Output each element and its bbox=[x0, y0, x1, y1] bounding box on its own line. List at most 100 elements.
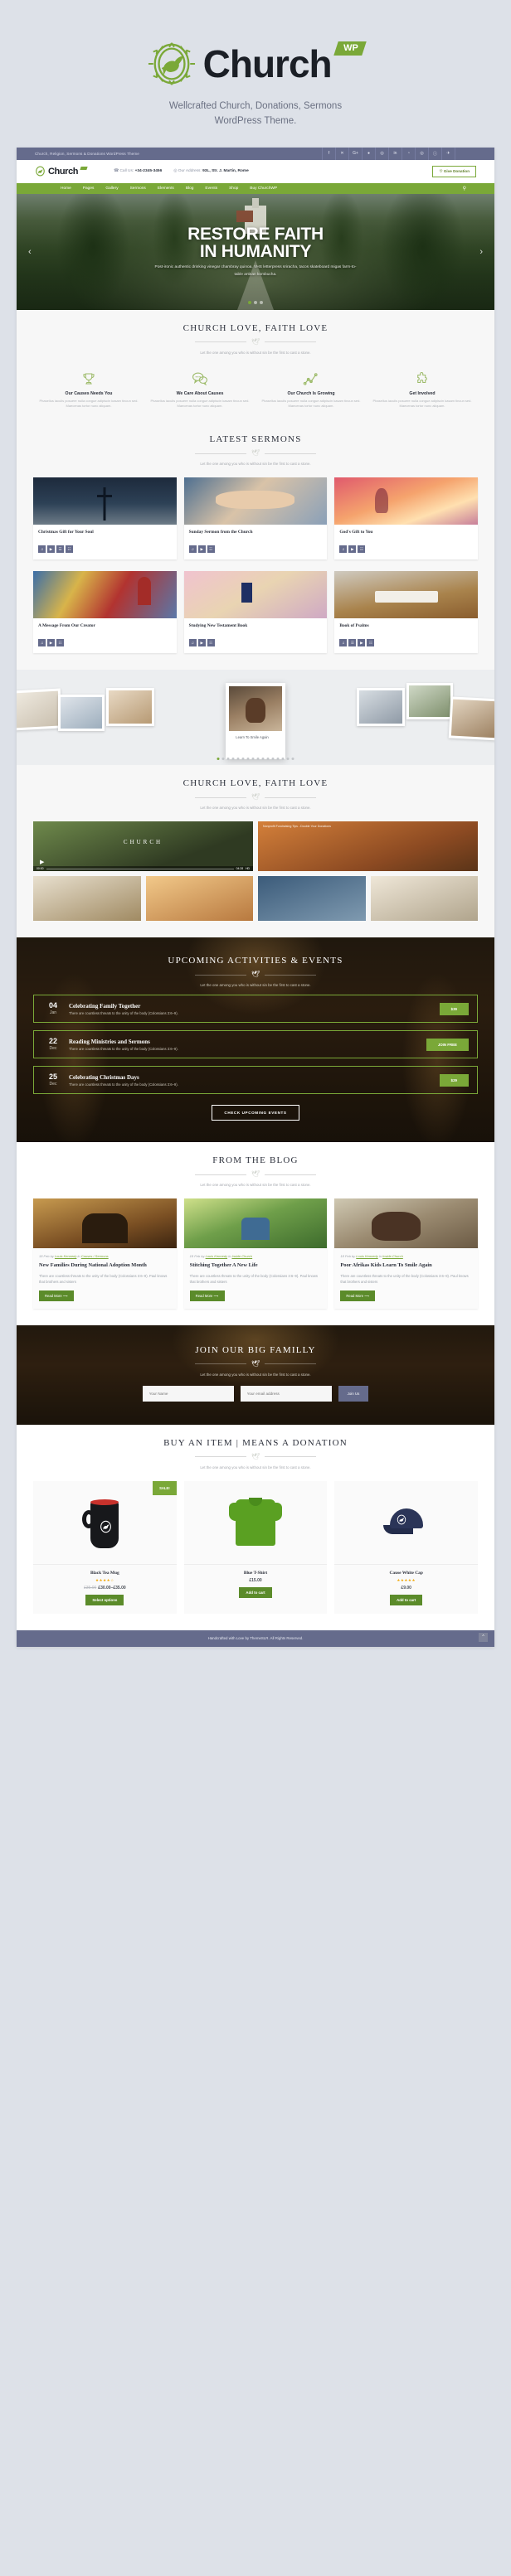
gallery-dot[interactable] bbox=[231, 758, 235, 761]
blog-card[interactable]: 18 Feb by Louis Kennedy in Inside Church… bbox=[334, 1198, 479, 1309]
newsletter-form[interactable]: Join Us bbox=[33, 1385, 478, 1402]
sermon-chips[interactable]: ♫ ▶ ☷ bbox=[38, 639, 172, 647]
site-logo[interactable]: Church bbox=[35, 166, 88, 177]
chevron-up-icon[interactable]: ^ bbox=[479, 1632, 488, 1642]
blog-author[interactable]: Louis Kennedy bbox=[356, 1254, 377, 1258]
product-card[interactable]: Blue T-Shirt £15.00 Add to cart bbox=[183, 1480, 328, 1614]
gallery-dot[interactable] bbox=[261, 758, 265, 761]
gallery-dot[interactable] bbox=[271, 758, 275, 761]
social-icon-linkedin[interactable]: in bbox=[388, 147, 402, 160]
social-icon-instagram[interactable]: ◎ bbox=[415, 147, 428, 160]
nav-item-shop[interactable]: Shop bbox=[223, 186, 244, 191]
event-row[interactable]: 22 Dec Reading Ministries and Sermons Th… bbox=[33, 1030, 478, 1059]
play-icon[interactable]: ▶ bbox=[40, 859, 44, 865]
gallery-thumb[interactable] bbox=[448, 696, 494, 741]
gallery-thumb[interactable] bbox=[357, 688, 405, 727]
video-hd-badge[interactable]: HD bbox=[246, 867, 250, 870]
nav-item-gallery[interactable]: Gallery bbox=[100, 186, 124, 191]
audio-icon[interactable]: ♫ bbox=[38, 545, 46, 554]
gallery-thumb[interactable] bbox=[58, 695, 105, 732]
hero-dot-1[interactable] bbox=[248, 300, 251, 304]
social-icon-pinterest[interactable]: ◎ bbox=[375, 147, 388, 160]
scripture-icon[interactable]: ☷ bbox=[56, 639, 64, 647]
audio-icon[interactable]: ♫ bbox=[188, 545, 197, 554]
sermon-chips[interactable]: ♫ ☰ ▶ ☷ bbox=[339, 639, 473, 647]
social-icon-facebook[interactable]: f bbox=[322, 147, 335, 160]
header-phone[interactable]: ☎ Call Us: +34-2345-3456 bbox=[114, 169, 162, 173]
gallery-dot[interactable] bbox=[266, 758, 270, 761]
blog-author[interactable]: Louis Kennedy bbox=[55, 1254, 76, 1258]
social-icon-skype[interactable]: ◔ bbox=[402, 147, 415, 160]
audio-icon[interactable]: ♫ bbox=[339, 639, 348, 647]
gallery-thumb[interactable] bbox=[106, 688, 154, 727]
sermon-card[interactable]: God's Gift to You ♫ ▶ ☷ bbox=[334, 477, 479, 560]
gallery-thumb[interactable] bbox=[17, 688, 63, 731]
social-icon-vimeo[interactable]: ⓘ bbox=[428, 147, 441, 160]
add-to-cart-button[interactable]: Add to cart bbox=[390, 1594, 423, 1605]
blog-categories[interactable]: Inside Church bbox=[382, 1254, 403, 1258]
event-row[interactable]: 25 Dec Celebrating Christmas Days There … bbox=[33, 1066, 478, 1095]
audio-icon[interactable]: ♫ bbox=[188, 639, 197, 647]
gallery-dot[interactable] bbox=[281, 758, 285, 761]
read-more-button[interactable]: Read More ⟶ bbox=[39, 1290, 74, 1301]
scripture-icon[interactable]: ☷ bbox=[66, 545, 73, 554]
photo-card[interactable] bbox=[145, 876, 253, 922]
social-icon-twitter[interactable]: ✕ bbox=[335, 147, 348, 160]
nav-item-events[interactable]: Events bbox=[199, 186, 223, 191]
notes-icon[interactable]: ☰ bbox=[348, 639, 357, 647]
photo-card[interactable] bbox=[33, 876, 141, 922]
blog-card[interactable]: 18 Feb by Louis Kennedy in Inside Church… bbox=[183, 1198, 328, 1309]
video-icon[interactable]: ▶ bbox=[197, 639, 206, 647]
gallery-dot[interactable] bbox=[286, 758, 290, 761]
scripture-icon[interactable]: ☷ bbox=[207, 639, 215, 647]
hero-dot-3[interactable] bbox=[260, 300, 263, 304]
event-price-button[interactable]: $39 bbox=[439, 1002, 469, 1015]
blog-categories[interactable]: Inside Church bbox=[231, 1254, 252, 1258]
video-icon[interactable]: ▶ bbox=[348, 545, 357, 554]
add-to-cart-button[interactable]: Add to cart bbox=[239, 1586, 272, 1598]
hero-dot-2[interactable] bbox=[254, 300, 257, 304]
photo-card[interactable] bbox=[258, 876, 366, 922]
social-icon-dribbble[interactable]: ● bbox=[362, 147, 375, 160]
gallery-dot[interactable] bbox=[236, 758, 240, 761]
video-icon[interactable]: ▶ bbox=[197, 545, 206, 554]
email-input[interactable] bbox=[240, 1385, 332, 1402]
notes-icon[interactable]: ☰ bbox=[56, 545, 64, 554]
hero-next-arrow[interactable]: › bbox=[479, 247, 483, 257]
sermon-chips[interactable]: ♫ ▶ ☷ bbox=[188, 545, 323, 554]
gallery-dot[interactable] bbox=[226, 758, 230, 761]
audio-icon[interactable]: ♫ bbox=[339, 545, 348, 554]
gallery-dot[interactable] bbox=[241, 758, 245, 761]
name-input[interactable] bbox=[142, 1385, 234, 1402]
nav-item-buy-churchwp[interactable]: Buy ChurchWP bbox=[244, 186, 283, 191]
nav-item-home[interactable]: Home bbox=[55, 186, 77, 191]
sermon-card[interactable]: Sunday Sermon from the Church ♫ ▶ ☷ bbox=[183, 477, 328, 560]
sermon-chips[interactable]: ♫ ▶ ☷ bbox=[339, 545, 473, 554]
photo-card[interactable] bbox=[370, 876, 478, 922]
gallery-dot[interactable] bbox=[246, 758, 250, 761]
sermon-card[interactable]: Book of Psalms ♫ ☰ ▶ ☷ bbox=[334, 571, 479, 654]
gallery-dot[interactable] bbox=[251, 758, 255, 761]
scripture-icon[interactable]: ☷ bbox=[207, 545, 215, 554]
search-icon[interactable]: ⚲ bbox=[463, 186, 466, 191]
nav-item-blog[interactable]: Blog bbox=[180, 186, 200, 191]
gallery-thumb[interactable] bbox=[406, 683, 453, 720]
photo-card[interactable]: Nonprofit Fundraising Tips - Double Your… bbox=[258, 821, 478, 872]
give-donation-button[interactable]: ♡ Give Donation bbox=[432, 165, 476, 177]
select-options-button[interactable]: Select options bbox=[85, 1594, 124, 1605]
event-join-button[interactable]: JOIN FREE bbox=[426, 1038, 469, 1051]
video-icon[interactable]: ▶ bbox=[47, 639, 55, 647]
video-icon[interactable]: ▶ bbox=[47, 545, 55, 554]
gallery-pagination[interactable] bbox=[217, 758, 294, 761]
social-icon-googleplus[interactable]: G+ bbox=[348, 147, 362, 160]
gallery-dot[interactable] bbox=[221, 758, 225, 761]
event-price-button[interactable]: $29 bbox=[439, 1073, 469, 1087]
blog-categories[interactable]: Causes / Sermons bbox=[81, 1254, 109, 1258]
gallery-featured[interactable]: Learn To Smile Again bbox=[226, 683, 285, 760]
hero-pagination[interactable] bbox=[248, 300, 263, 304]
gallery-dot[interactable] bbox=[256, 758, 260, 761]
blog-author[interactable]: Louis Kennedy bbox=[206, 1254, 227, 1258]
video-controls[interactable]: 00:00 04:28 HD bbox=[33, 866, 253, 872]
nav-item-pages[interactable]: Pages bbox=[77, 186, 100, 191]
read-more-button[interactable]: Read More ⟶ bbox=[189, 1290, 225, 1301]
